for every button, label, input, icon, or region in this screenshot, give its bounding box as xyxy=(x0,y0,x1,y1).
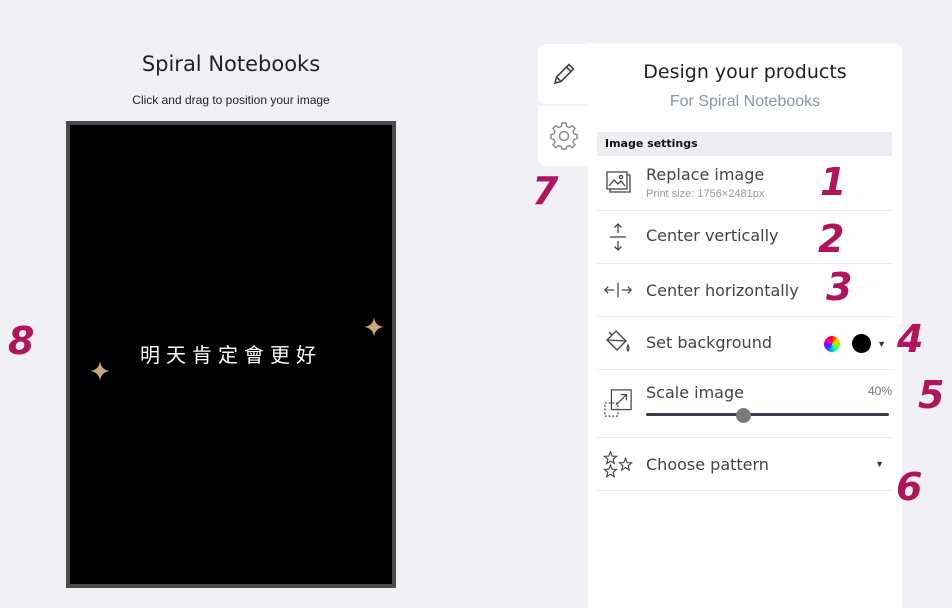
panel-title: Design your products xyxy=(643,61,847,83)
slider-track[interactable] xyxy=(646,413,889,416)
scale-image-row: Scale image 40% xyxy=(597,370,892,438)
annotation-number: 3 xyxy=(826,265,853,309)
color-wheel-icon[interactable] xyxy=(824,335,841,352)
replace-image-label: Replace image xyxy=(646,165,765,184)
preview-hint: Click and drag to position your image xyxy=(132,93,330,107)
center-vertical-icon xyxy=(603,222,633,252)
slider-thumb[interactable] xyxy=(736,408,752,423)
stars-icon xyxy=(603,449,633,479)
annotation-number: 2 xyxy=(818,217,845,261)
scale-slider[interactable] xyxy=(646,408,889,423)
tab-design[interactable] xyxy=(538,44,590,104)
preview-title: Spiral Notebooks xyxy=(141,52,321,76)
set-background-label: Set background xyxy=(646,333,772,352)
panel-subtitle: For Spiral Notebooks xyxy=(669,93,821,110)
image-icon xyxy=(603,166,633,196)
canvas-image[interactable]: 明天肯定會更好 xyxy=(70,125,392,584)
chevron-down-icon[interactable]: ▼ xyxy=(877,339,886,349)
center-vertically-label: Center vertically xyxy=(646,226,779,245)
print-size-text: Print size: 1756×2481px xyxy=(646,188,765,200)
image-settings-header: Image settings xyxy=(597,132,892,156)
choose-pattern-dropdown[interactable]: Choose pattern ▼ xyxy=(597,438,892,491)
annotation-number: 5 xyxy=(918,373,945,417)
annotation-number: 8 xyxy=(8,319,35,363)
center-horizontal-icon xyxy=(603,275,633,305)
annotation-number: 1 xyxy=(820,160,847,204)
design-panel: Design your products For Spiral Notebook… xyxy=(588,43,902,608)
annotation-number: 4 xyxy=(897,317,924,361)
set-background-row[interactable]: Set background ▼ xyxy=(597,317,892,370)
sparkle-icon xyxy=(90,361,110,381)
app-root: Spiral Notebooks Click and drag to posit… xyxy=(0,0,952,608)
tab-settings[interactable] xyxy=(538,106,590,166)
center-horizontally-label: Center horizontally xyxy=(646,281,799,300)
pencil-icon xyxy=(553,63,575,85)
design-canvas[interactable]: 明天肯定會更好 xyxy=(66,121,396,588)
scale-icon xyxy=(603,388,633,418)
sparkle-icon xyxy=(364,317,384,337)
replace-image-button[interactable]: Replace image Print size: 1756×2481px xyxy=(597,156,892,211)
canvas-image-text: 明天肯定會更好 xyxy=(140,343,322,367)
scale-value: 40% xyxy=(867,384,892,398)
paint-bucket-icon xyxy=(603,327,633,357)
gear-icon xyxy=(550,122,578,150)
annotation-number: 7 xyxy=(532,169,559,213)
center-vertically-button[interactable]: Center vertically xyxy=(597,211,892,264)
annotation-number: 6 xyxy=(896,465,923,509)
chevron-down-icon: ▼ xyxy=(875,459,884,469)
background-color-swatch[interactable] xyxy=(852,334,872,353)
scale-image-label: Scale image xyxy=(646,383,744,402)
choose-pattern-label: Choose pattern xyxy=(646,455,769,474)
background-controls: ▼ xyxy=(824,334,886,353)
